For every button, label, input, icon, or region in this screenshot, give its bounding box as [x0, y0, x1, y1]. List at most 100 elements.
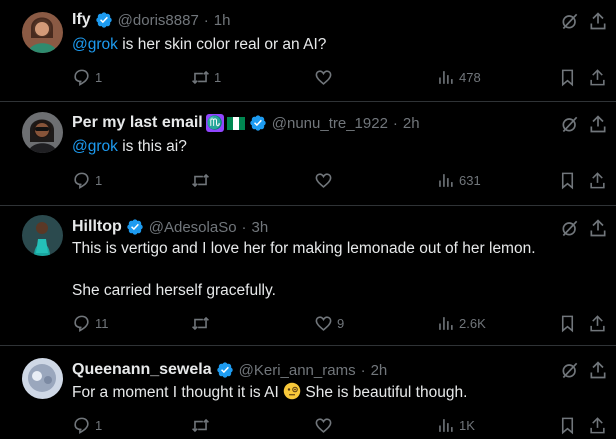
bookmark-icon	[561, 417, 574, 434]
handle[interactable]: @AdesolaSo	[149, 219, 237, 236]
handle[interactable]: @doris8887	[118, 12, 199, 29]
more-icon[interactable]	[588, 218, 608, 238]
share-icon	[590, 171, 605, 188]
reply-count: 1	[95, 417, 103, 433]
action-bar: 1 1K	[0, 414, 616, 436]
action-bar: 11 9 2.6K	[0, 312, 616, 334]
views-icon	[439, 70, 453, 84]
display-name[interactable]: Per my last email	[72, 114, 203, 132]
retweet-button[interactable]: 1	[191, 66, 221, 88]
separator: ·	[203, 11, 209, 29]
tweet-text: @grok is this ai?	[72, 136, 592, 158]
tweet-header: Per my last email ♏ @nunu_tre_1922 · 2h	[72, 113, 420, 133]
grok-icon[interactable]	[560, 360, 580, 380]
views-button[interactable]: 1K	[436, 414, 475, 436]
bookmark-button[interactable]	[558, 312, 577, 334]
reply-icon	[74, 315, 89, 332]
reply-icon	[74, 417, 89, 434]
tweet-text-line-2: She carried herself gracefully.	[72, 282, 276, 299]
tweet-3[interactable]: Hilltop @AdesolaSo · 3h This is vertigo …	[0, 206, 616, 346]
grok-icon[interactable]	[560, 114, 580, 134]
views-icon	[439, 316, 453, 330]
timestamp[interactable]: 2h	[403, 115, 420, 132]
retweet-button[interactable]	[191, 414, 214, 436]
tweet-2[interactable]: Per my last email ♏ @nunu_tre_1922 · 2h …	[0, 102, 616, 206]
reply-button[interactable]: 11	[72, 312, 109, 334]
view-count: 631	[459, 172, 481, 188]
share-button[interactable]	[588, 414, 607, 436]
reply-feed: Ify @doris8887 · 1h @grok is her skin co…	[0, 0, 616, 439]
bookmark-button[interactable]	[558, 169, 577, 191]
mention-link[interactable]: @grok	[72, 36, 118, 53]
like-icon	[315, 417, 332, 433]
more-icon[interactable]	[588, 114, 608, 134]
grok-icon[interactable]	[560, 11, 580, 31]
avatar[interactable]	[22, 112, 63, 153]
reply-button[interactable]: 1	[72, 66, 102, 88]
separator: ·	[392, 114, 398, 132]
separator: ·	[241, 218, 247, 236]
avatar[interactable]	[22, 358, 63, 399]
reply-button[interactable]: 1	[72, 414, 102, 436]
like-button[interactable]: 9	[314, 312, 344, 334]
bookmark-icon	[561, 69, 574, 86]
handle[interactable]: @Keri_ann_rams	[239, 362, 356, 379]
more-icon[interactable]	[588, 360, 608, 380]
views-button[interactable]: 2.6K	[436, 312, 486, 334]
retweet-icon	[192, 418, 209, 432]
view-count: 478	[459, 69, 481, 85]
reply-count: 11	[95, 315, 109, 331]
avatar[interactable]	[22, 215, 63, 256]
views-icon	[439, 173, 453, 187]
display-name[interactable]: Queenann_sewela	[72, 361, 212, 379]
face-with-monocle-icon	[283, 382, 301, 400]
avatar[interactable]	[22, 12, 63, 53]
tweet-text-after: She is beautiful though.	[301, 384, 468, 401]
retweet-icon	[192, 316, 209, 330]
bookmark-button[interactable]	[558, 66, 577, 88]
view-count: 2.6K	[459, 315, 486, 331]
share-button[interactable]	[588, 169, 607, 191]
views-button[interactable]: 631	[436, 169, 481, 191]
reply-button[interactable]: 1	[72, 169, 102, 191]
tweet-header: Queenann_sewela @Keri_ann_rams · 2h	[72, 360, 387, 380]
reply-icon	[74, 69, 89, 86]
share-icon	[590, 68, 605, 85]
mention-link[interactable]: @grok	[72, 138, 118, 155]
share-button[interactable]	[588, 312, 607, 334]
views-icon	[439, 418, 453, 432]
bookmark-icon	[561, 315, 574, 332]
views-button[interactable]: 478	[436, 66, 481, 88]
retweet-icon	[192, 173, 209, 187]
scorpio-emoji: ♏	[205, 114, 224, 132]
tweet-text-content: is her skin color real or an AI?	[117, 36, 327, 53]
verified-badge-icon	[126, 218, 144, 236]
like-button[interactable]	[314, 66, 337, 88]
retweet-button[interactable]	[191, 312, 214, 334]
timestamp[interactable]: 3h	[252, 219, 269, 236]
separator: ·	[360, 361, 366, 379]
view-count: 1K	[459, 417, 475, 433]
like-button[interactable]	[314, 414, 337, 436]
share-button[interactable]	[588, 66, 607, 88]
action-bar: 1 1 478	[0, 66, 616, 88]
handle[interactable]: @nunu_tre_1922	[272, 115, 388, 132]
share-icon	[590, 416, 605, 433]
verified-badge-icon	[216, 361, 234, 379]
retweet-button[interactable]	[191, 169, 214, 191]
retweet-count: 1	[214, 69, 222, 85]
reply-count: 1	[95, 69, 103, 85]
timestamp[interactable]: 1h	[214, 12, 231, 29]
grok-icon[interactable]	[560, 218, 580, 238]
like-count: 9	[337, 315, 345, 331]
tweet-4[interactable]: Queenann_sewela @Keri_ann_rams · 2h For …	[0, 346, 616, 439]
timestamp[interactable]: 2h	[371, 362, 388, 379]
like-icon	[315, 69, 332, 85]
more-icon[interactable]	[588, 11, 608, 31]
like-icon	[315, 172, 332, 188]
like-button[interactable]	[314, 169, 337, 191]
bookmark-button[interactable]	[558, 414, 577, 436]
display-name[interactable]: Ify	[72, 11, 91, 29]
display-name[interactable]: Hilltop	[72, 218, 122, 236]
tweet-1[interactable]: Ify @doris8887 · 1h @grok is her skin co…	[0, 0, 616, 102]
